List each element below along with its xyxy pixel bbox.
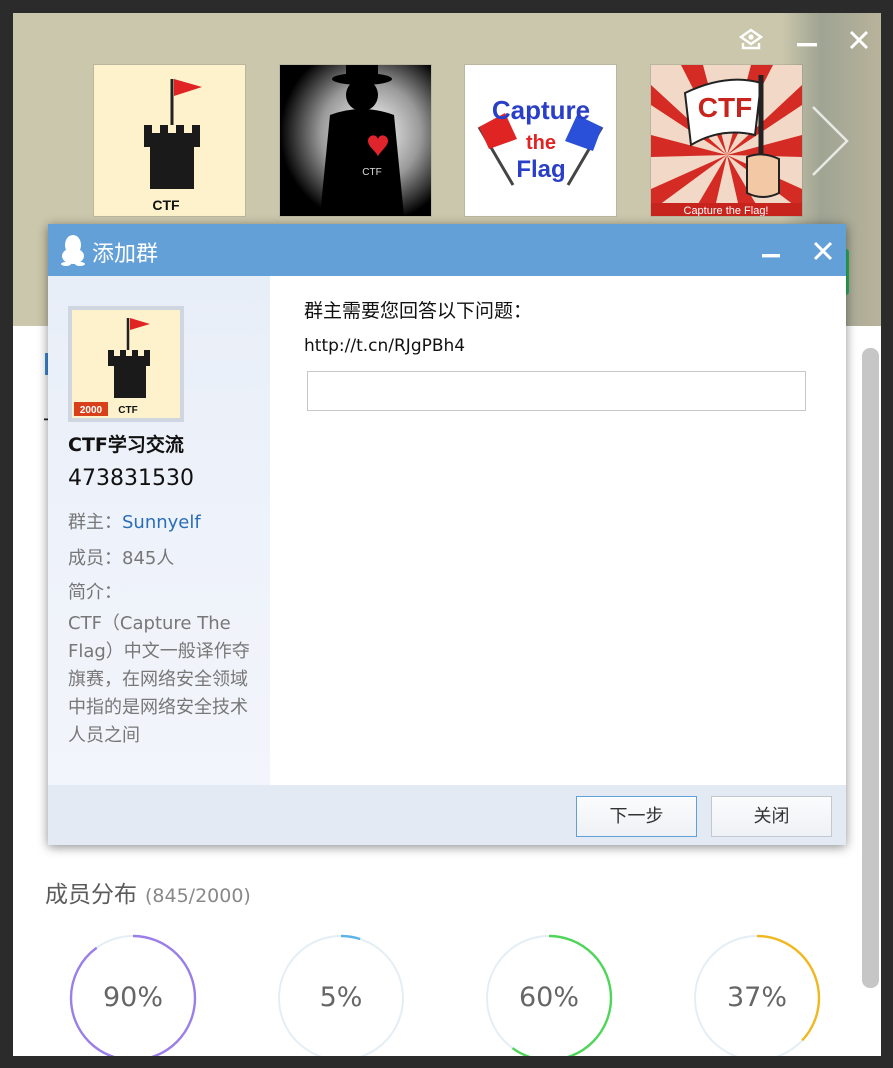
group-avatar: CTF 2000 [68, 306, 184, 422]
add-group-dialog: 添加群 CTF 2000 CTF学习交流 473831530 群主：Sunnye… [48, 224, 846, 845]
group-id: 473831530 [68, 466, 194, 491]
next-step-button[interactable]: 下一步 [576, 796, 697, 837]
stat-ring: 5% [276, 933, 406, 1056]
thumbnail-title: CTF [698, 92, 752, 123]
close-icon[interactable] [845, 27, 873, 53]
thumbnail-capture-the-flag[interactable]: Capture the Flag [465, 65, 616, 216]
thumbnail-ctf-figure[interactable]: CTF [280, 65, 431, 216]
dialog-titlebar[interactable]: 添加群 [48, 224, 846, 276]
member-distribution-title: 成员分布 (845/2000) [45, 875, 251, 909]
stat-ring: 37% [692, 933, 822, 1056]
group-name: CTF学习交流 [68, 434, 184, 456]
group-members: 成员：845人 [68, 548, 175, 569]
thumbnail-caption: CTF [152, 197, 180, 213]
stat-ring-label: 90% [102, 982, 163, 1013]
settings-icon[interactable] [737, 27, 765, 53]
close-button[interactable]: 关闭 [711, 796, 832, 837]
intro-label: 简介： [68, 582, 122, 603]
avatar-caption: CTF [118, 405, 137, 416]
scrollbar[interactable] [862, 348, 879, 988]
stat-ring: 60% [484, 933, 614, 1056]
dialog-footer: 下一步 关闭 [48, 785, 846, 845]
qq-penguin-icon [60, 234, 86, 266]
dialog-title: 添加群 [92, 242, 159, 267]
member-count: (845/2000) [145, 885, 251, 907]
thumbnail-caption: Capture the Flag! [684, 205, 769, 216]
owner-link[interactable]: Sunnyelf [122, 512, 201, 533]
stat-ring: 90% [68, 933, 198, 1056]
next-arrow-icon[interactable] [803, 103, 853, 179]
thumbnail-ctf-fist[interactable]: CTF Capture the Flag! [651, 65, 802, 216]
group-intro: CTF（Capture The Flag）中文一般译作夺旗赛，在网络安全领域中指… [68, 613, 250, 746]
thumbnail-line2: the [526, 132, 556, 154]
minimize-icon[interactable] [793, 27, 821, 53]
avatar-badge: 2000 [80, 405, 103, 416]
thumbnail-ctf-castle[interactable]: CTF [94, 65, 245, 216]
stat-ring-label: 5% [319, 982, 363, 1013]
question-text: http://t.cn/RJgPBh4 [304, 336, 466, 356]
group-owner: 群主：Sunnyelf [68, 508, 201, 534]
thumbnail-line3: Flag [516, 156, 565, 183]
owner-label: 群主： [68, 512, 122, 533]
stat-ring-label: 60% [518, 982, 579, 1013]
stat-ring-label: 37% [726, 982, 787, 1013]
minimize-icon[interactable] [758, 238, 784, 264]
close-icon[interactable] [810, 238, 836, 264]
answer-input[interactable] [307, 371, 806, 411]
question-label: 群主需要您回答以下问题： [304, 300, 533, 322]
thumbnail-line1: Capture [492, 95, 590, 125]
section-title-text: 成员分布 [45, 882, 137, 908]
thumbnail-caption: CTF [362, 167, 381, 178]
group-info-panel: CTF 2000 CTF学习交流 473831530 群主：Sunnyelf 成… [48, 276, 270, 785]
